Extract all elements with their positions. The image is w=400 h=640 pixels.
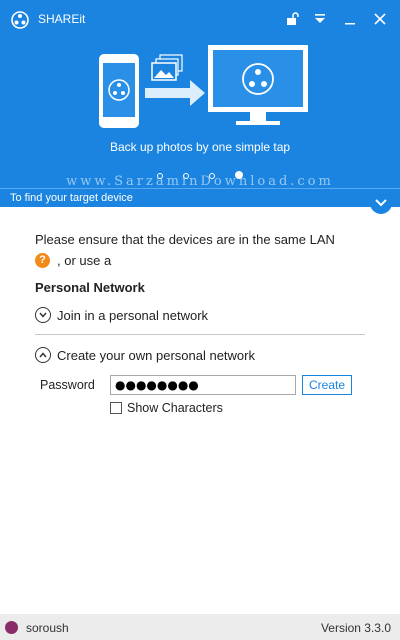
personal-network-title: Personal Network: [35, 280, 145, 295]
hero-tagline: Back up photos by one simple tap: [109, 140, 291, 154]
password-input[interactable]: [110, 375, 296, 395]
join-network-label: Join in a personal network: [57, 307, 209, 323]
collapse-button[interactable]: [370, 192, 392, 214]
monitor-icon: [208, 45, 308, 125]
help-icon[interactable]: ?: [35, 253, 50, 268]
status-bar: soroush Version 3.3.0: [0, 614, 400, 640]
collapse-chevron-icon: [375, 199, 387, 207]
main-content: Please ensure that the devices are in th…: [35, 232, 375, 415]
show-characters-row[interactable]: Show Characters: [110, 401, 375, 415]
join-network-option[interactable]: Join in a personal network: [35, 307, 375, 323]
divider: [35, 334, 365, 335]
or-use-text: , or use a: [57, 253, 112, 268]
photos-icon: [151, 54, 183, 81]
watermark: www.SarzaminDownload.com: [66, 174, 334, 188]
version-label: Version 3.3.0: [320, 621, 391, 635]
password-label: Password: [40, 378, 95, 392]
user-name[interactable]: soroush: [26, 621, 69, 635]
backup-illustration: [99, 45, 308, 128]
chevron-down-icon[interactable]: [35, 307, 51, 323]
hero-banner: SHAREit Back up photos by one simple tap…: [0, 0, 400, 188]
chevron-up-icon[interactable]: [35, 347, 51, 363]
lan-instruction-continued: ? , or use a: [35, 253, 375, 268]
section-title: To find your target device: [10, 192, 133, 204]
show-characters-checkbox[interactable]: [110, 402, 122, 414]
password-row: Password Create: [35, 375, 375, 395]
section-header: To find your target device: [0, 188, 400, 207]
show-characters-label: Show Characters: [127, 401, 223, 415]
arrow-right-icon: [145, 80, 205, 106]
avatar[interactable]: [5, 621, 18, 634]
phone-icon: [99, 54, 139, 128]
create-button[interactable]: Create: [302, 375, 353, 395]
create-network-option[interactable]: Create your own personal network: [35, 347, 375, 363]
create-network-label: Create your own personal network: [57, 347, 255, 363]
lan-instruction: Please ensure that the devices are in th…: [35, 232, 335, 247]
